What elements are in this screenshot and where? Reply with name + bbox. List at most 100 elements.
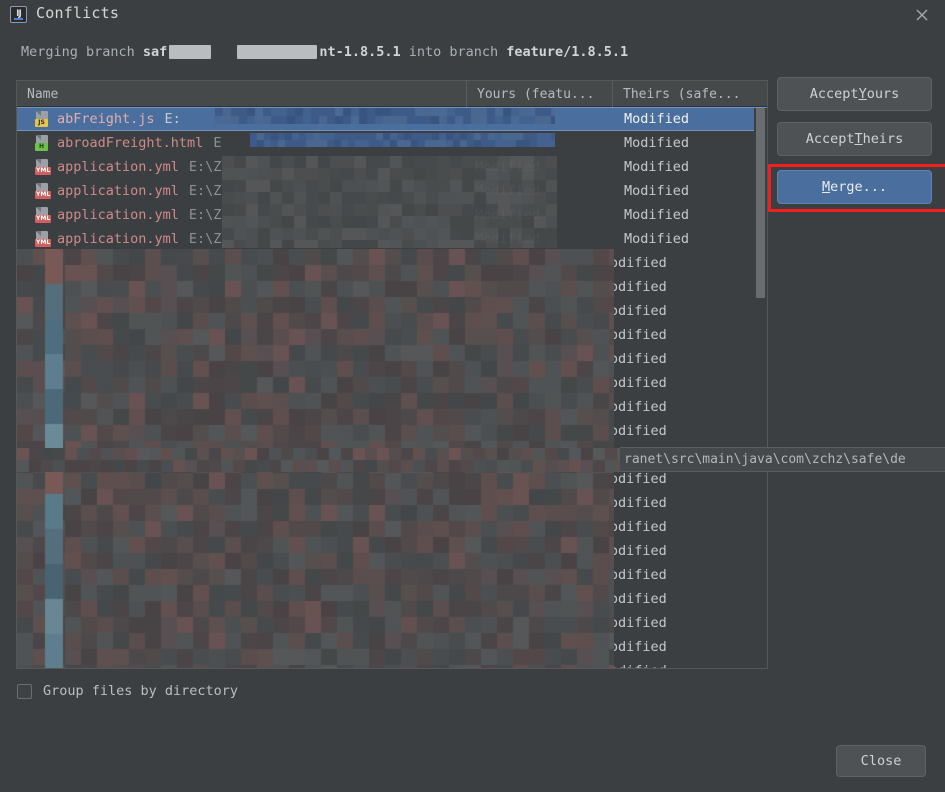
group-files-by-directory-row[interactable]: Group files by directory: [17, 683, 238, 699]
cell-file-name: HabroadFreight.html E: [17, 135, 467, 151]
file-fold: [36, 207, 41, 212]
table-row[interactable]: YMLodified: [17, 587, 767, 611]
page-title: Conflicts: [36, 4, 120, 22]
cell-theirs-status: Modified: [624, 207, 690, 223]
cell-theirs-status: odified: [609, 375, 667, 391]
list-scrollbar[interactable]: [754, 108, 767, 668]
table-row[interactable]: YML application.yml E:\Z Modified Modified: [17, 155, 767, 179]
table-row[interactable]: YMLodified: [17, 347, 767, 371]
accept-theirs-pre: Accept: [805, 131, 855, 147]
table-body: JS abFreight.js E: Modified Modified HabroadF…: [17, 107, 767, 668]
accept-yours-pre: Accept: [809, 86, 859, 102]
table-row[interactable]: YMLodified: [17, 395, 767, 419]
accept-yours-button[interactable]: Accept Yours: [777, 77, 932, 111]
cell-theirs-status: odified: [609, 495, 667, 511]
merge-button[interactable]: Merge...: [777, 170, 932, 204]
overflow-path-row: ranet\src\main\java\com\zchz\safe\de: [620, 447, 945, 472]
file-name-text: application.yml: [57, 159, 179, 175]
cell-theirs-status: odified: [609, 591, 667, 607]
table-row[interactable]: JS abFreight.js E: Modified Modified: [17, 107, 767, 131]
file-name-text: application.yml: [57, 207, 179, 223]
cell-file-name: JS abFreight.js E:: [17, 111, 467, 127]
group-files-checkbox[interactable]: [17, 683, 32, 699]
redacted-block-1: [169, 45, 212, 59]
table-row[interactable]: YMLodified: [17, 659, 767, 668]
table-row[interactable]: YMLodified: [17, 371, 767, 395]
table-row[interactable]: HabroadFreight.html E Modified Modified: [17, 131, 767, 155]
accept-yours-mnemonic: Y: [858, 86, 867, 102]
yml-file-icon: YML: [35, 159, 52, 175]
cell-theirs-status: Modified: [624, 135, 690, 151]
cell-file-name: YML application.yml E:\Z: [17, 183, 467, 199]
cell-yours-status: Modified: [475, 135, 541, 151]
cell-yours-status: Modified: [475, 231, 541, 247]
merge-desc-middle: into branch: [400, 44, 507, 60]
source-branch-prefix: saf: [142, 44, 168, 60]
title-bar: IJ Conflicts: [0, 0, 945, 30]
file-type-badge: YML: [35, 191, 52, 199]
column-header-theirs[interactable]: Theirs (safe...: [613, 81, 767, 107]
table-row[interactable]: YMLodified: [17, 299, 767, 323]
conflicts-table: Name Yours (featu... Theirs (safe... JS a…: [16, 80, 768, 669]
merge-post: erge...: [830, 179, 888, 195]
column-header-name[interactable]: Name: [17, 81, 467, 107]
table-row[interactable]: YMLodified: [17, 323, 767, 347]
cell-theirs-status: odified: [609, 615, 667, 631]
table-row[interactable]: YML application.yml E:\Z Modified Modified: [17, 179, 767, 203]
table-row[interactable]: YMLodified: [17, 563, 767, 587]
table-row[interactable]: YML application.yml E:\Z Modified Modified: [17, 227, 767, 251]
merge-mnemonic: M: [821, 179, 831, 195]
file-name-text: abroadFreight.html: [57, 135, 204, 151]
file-type-badge: YML: [35, 239, 52, 247]
cell-theirs-status: odified: [609, 423, 667, 439]
cell-theirs-status: Modified: [624, 231, 690, 247]
table-row[interactable]: YML application.yml E:\Z Modified Modified: [17, 203, 767, 227]
cell-theirs-status: odified: [609, 279, 667, 295]
conflicts-dialog: IJ Conflicts Merging branch saf nt-1.8.5.…: [0, 0, 945, 792]
target-branch: feature/1.8.5.1: [506, 44, 629, 60]
table-row[interactable]: YMLodified: [17, 251, 767, 275]
accept-theirs-button[interactable]: Accept Theirs: [777, 122, 932, 156]
cell-theirs-status: odified: [609, 639, 667, 655]
file-path-text: E:: [164, 111, 181, 127]
file-path-text: E:\Z: [188, 183, 222, 199]
file-fold: [36, 159, 41, 164]
table-row[interactable]: YMLodified: [17, 611, 767, 635]
table-row[interactable]: YMLodified: [17, 275, 767, 299]
cell-file-name: YML application.yml E:\Z: [17, 207, 467, 223]
table-row[interactable]: YMLodified: [17, 515, 767, 539]
cell-file-name: YML application.yml E:\Z: [17, 231, 467, 247]
file-type-badge: YML: [35, 215, 52, 223]
table-row[interactable]: YMLodified: [17, 419, 767, 443]
redacted-block-2: [237, 45, 318, 59]
file-type-badge: JS: [35, 119, 48, 127]
table-row[interactable]: YMLodified: [17, 491, 767, 515]
yml-file-icon: YML: [35, 207, 52, 223]
source-branch-suffix: nt-1.8.5.1: [319, 44, 401, 60]
yml-file-icon: YML: [35, 231, 52, 247]
table-header-row: Name Yours (featu... Theirs (safe...: [17, 81, 767, 107]
list-scrollbar-thumb[interactable]: [756, 108, 765, 298]
cell-theirs-status: odified: [609, 303, 667, 319]
group-files-label: Group files by directory: [43, 683, 239, 699]
cell-theirs-status: Modified: [624, 159, 690, 175]
accept-yours-post: ours: [866, 86, 900, 102]
close-icon[interactable]: [909, 3, 935, 27]
cell-theirs-status: odified: [609, 327, 667, 343]
cell-theirs-status: odified: [610, 663, 767, 668]
table-row[interactable]: YMLodified: [17, 539, 767, 563]
file-fold: [36, 135, 41, 140]
close-button[interactable]: Close: [836, 745, 926, 777]
cell-theirs-status: odified: [609, 471, 667, 487]
cell-yours-status: Modified: [475, 207, 541, 223]
close-mnemonic: C: [860, 753, 869, 769]
column-header-yours[interactable]: Yours (featu...: [467, 81, 613, 107]
yml-file-icon: YML: [35, 183, 52, 199]
intellij-idea-icon: IJ: [10, 6, 27, 23]
table-row[interactable]: YMLodified: [17, 635, 767, 659]
cell-theirs-status: odified: [609, 543, 667, 559]
cell-theirs-status: odified: [609, 255, 667, 271]
file-type-badge: H: [35, 143, 48, 151]
file-fold: [36, 183, 41, 188]
file-name-text: application.yml: [57, 231, 179, 247]
